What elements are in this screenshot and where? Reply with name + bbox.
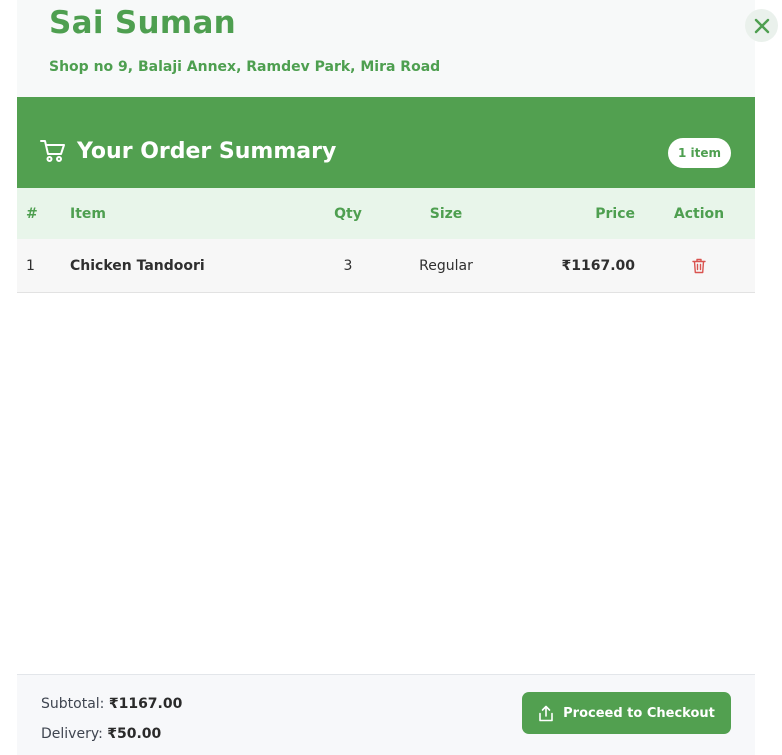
column-header-qty: Qty — [334, 205, 362, 222]
table-row: 1 Chicken Tandoori 3 Regular ₹1167.00 — [17, 239, 755, 293]
item-price: ₹1167.00 — [561, 257, 635, 274]
proceed-to-checkout-button[interactable]: Proceed to Checkout — [522, 692, 731, 734]
checkout-label: Proceed to Checkout — [563, 705, 715, 721]
item-quantity: 3 — [343, 257, 353, 274]
close-icon — [754, 18, 769, 33]
subtotal-value: ₹1167.00 — [108, 696, 183, 712]
delivery-line: Delivery: ₹50.00 — [41, 726, 161, 742]
item-count-badge: 1 item — [668, 138, 731, 168]
action-cell — [665, 239, 733, 292]
column-header-number: # — [26, 205, 38, 222]
order-summary-title: Your Order Summary — [77, 139, 337, 164]
row-number: 1 — [26, 257, 35, 274]
order-summary-modal: Sai Suman Shop no 9, Balaji Annex, Ramde… — [0, 0, 782, 755]
column-header-item: Item — [70, 205, 106, 222]
order-footer: Subtotal: ₹1167.00 Delivery: ₹50.00 Proc… — [17, 674, 755, 755]
store-address: Shop no 9, Balaji Annex, Ramdev Park, Mi… — [49, 59, 441, 75]
order-summary-banner: Your Order Summary 1 item — [17, 97, 755, 188]
delete-item-button[interactable] — [692, 258, 706, 274]
delivery-label: Delivery: — [41, 726, 103, 742]
subtotal-label: Subtotal: — [41, 696, 105, 712]
column-header-action: Action — [673, 205, 725, 222]
column-header-size: Size — [429, 205, 463, 222]
item-size: Regular — [419, 257, 473, 274]
subtotal-line: Subtotal: ₹1167.00 — [41, 696, 182, 712]
table-header-row: # Item Qty Size Price Action — [17, 188, 755, 239]
store-name: Sai Suman — [49, 5, 237, 41]
item-name: Chicken Tandoori — [70, 257, 205, 274]
share-upload-icon — [539, 705, 553, 721]
store-header: Sai Suman Shop no 9, Balaji Annex, Ramde… — [17, 0, 755, 97]
close-button[interactable] — [745, 9, 778, 42]
column-header-price: Price — [595, 205, 635, 222]
trash-icon — [692, 258, 706, 273]
delivery-value: ₹50.00 — [107, 726, 162, 742]
cart-icon — [40, 140, 65, 162]
